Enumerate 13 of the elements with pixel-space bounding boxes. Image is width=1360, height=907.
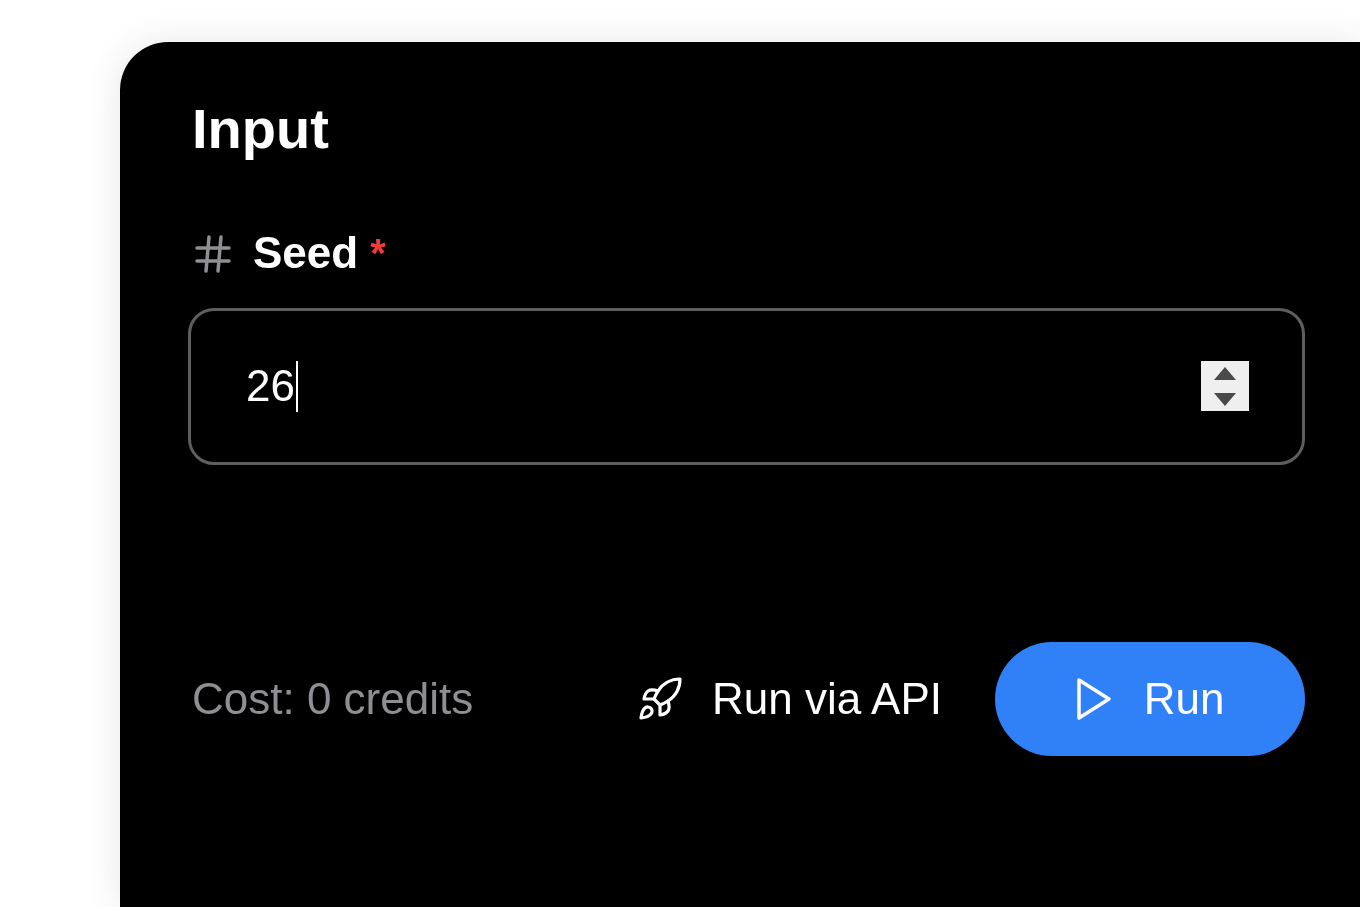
up-down-triangles-icon	[1214, 367, 1236, 406]
hash-icon	[195, 234, 231, 273]
panel-title: Input	[192, 96, 329, 162]
run-button[interactable]: Run	[995, 642, 1305, 756]
number-stepper[interactable]	[1201, 361, 1249, 412]
cost-text: Cost: 0 credits	[192, 672, 474, 725]
required-mark: *	[370, 230, 386, 278]
seed-input[interactable]: 26	[188, 308, 1305, 465]
text-cursor-icon	[295, 361, 298, 412]
rocket-icon	[636, 674, 685, 723]
play-icon	[1075, 677, 1112, 721]
field-label: Seed	[253, 227, 359, 280]
run-via-api-button[interactable]: Run via API	[636, 672, 942, 726]
